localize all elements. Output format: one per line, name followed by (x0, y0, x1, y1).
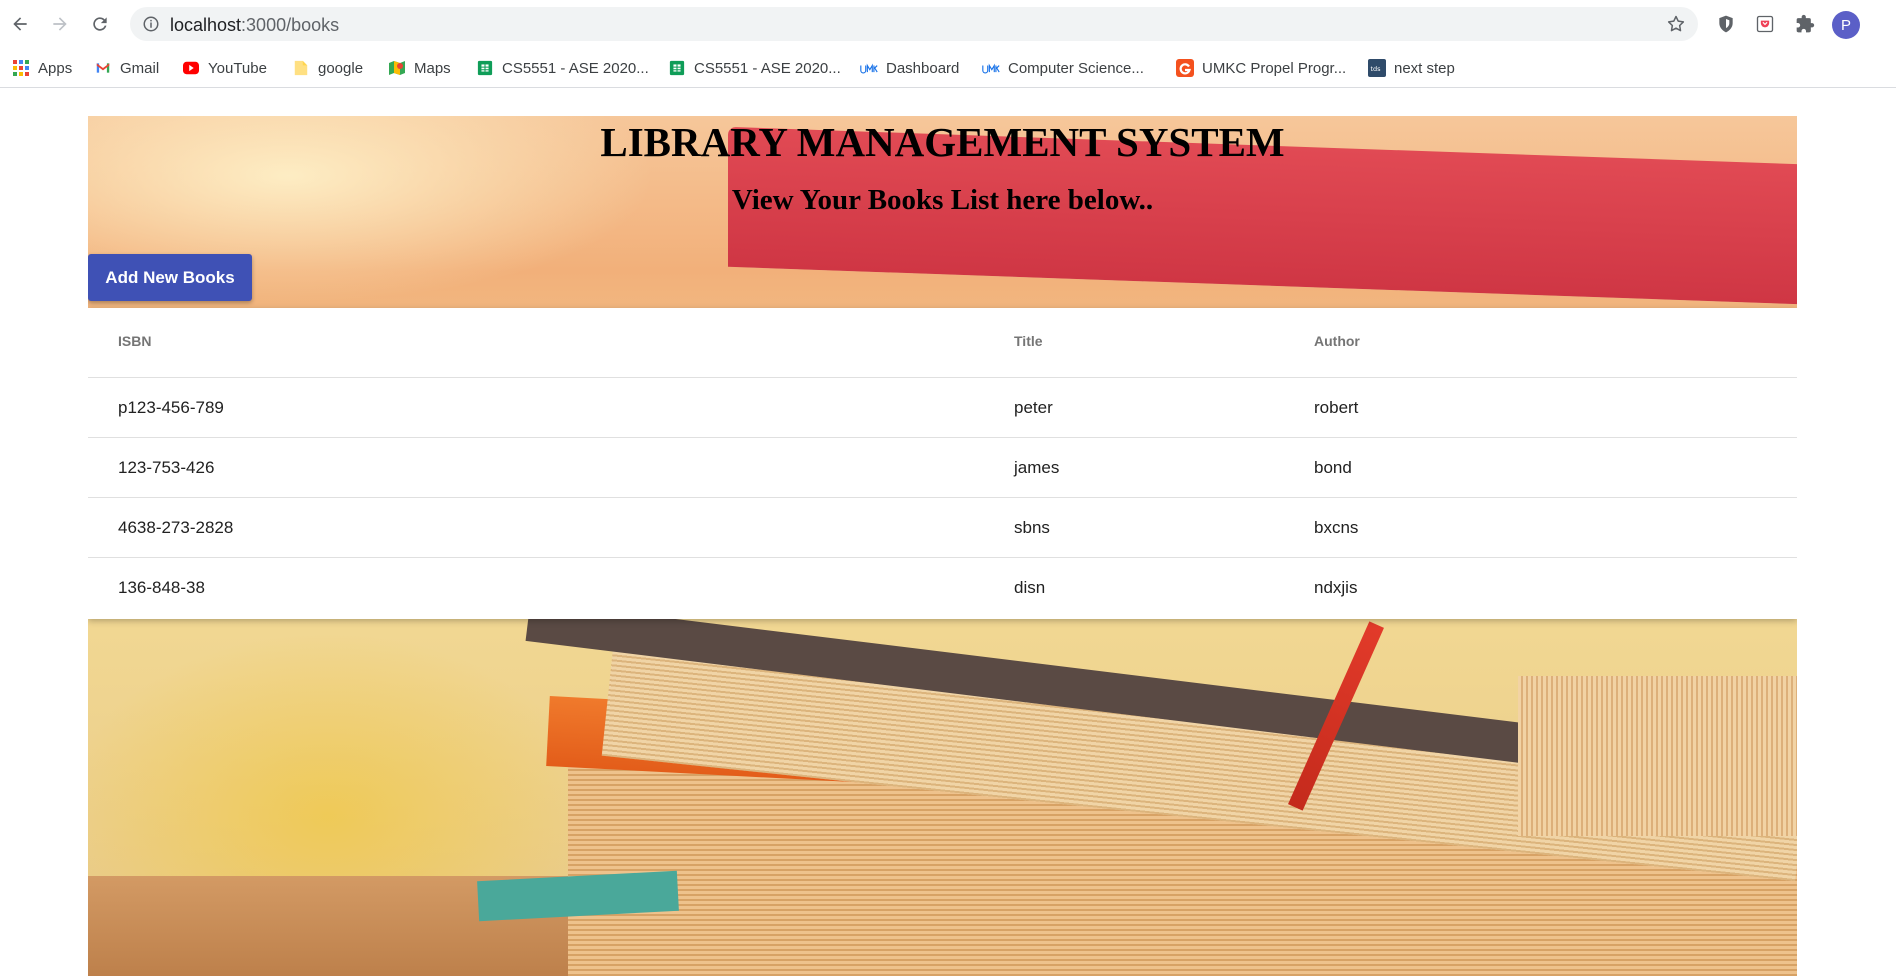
bookmark-apps[interactable]: Apps (12, 56, 72, 80)
table-row[interactable]: p123-456-789 peter robert (88, 378, 1797, 438)
address-bar[interactable]: localhost:3000/books (130, 7, 1698, 41)
bookmark-label: Maps (414, 59, 451, 77)
cell-author: robert (1314, 398, 1359, 417)
cell-isbn: 136-848-38 (118, 578, 205, 597)
column-header-author[interactable]: Author (1314, 333, 1360, 349)
cell-title: sbns (1014, 518, 1050, 537)
cell-author: bxcns (1314, 518, 1359, 537)
bookmark-next-step[interactable]: tds next step (1368, 56, 1455, 80)
column-header-isbn[interactable]: ISBN (118, 333, 151, 349)
cell-isbn: 4638-273-2828 (118, 518, 234, 537)
profile-avatar[interactable]: P (1832, 11, 1860, 39)
bookmark-youtube[interactable]: YouTube (182, 56, 267, 80)
bookmark-umkc-propel[interactable]: UMKC Propel Progr... (1176, 56, 1346, 80)
bookmark-label: google (318, 59, 364, 77)
url-host: localhost (170, 15, 242, 35)
maps-icon (388, 59, 406, 77)
url-text[interactable]: localhost:3000/books (170, 15, 339, 36)
bookmark-label: UMKC Propel Progr... (1202, 59, 1347, 77)
gmail-icon (94, 59, 112, 77)
bookmark-label: Dashboard (886, 59, 960, 77)
bookmark-label: Gmail (120, 59, 160, 77)
bookmark-label: Apps (38, 59, 73, 77)
extension-shield[interactable] (1714, 12, 1738, 36)
apps-grid-icon (12, 59, 30, 77)
bookmarks-bar: Apps Gmail YouTube google Maps CS5551 - … (0, 48, 1896, 88)
table-row[interactable]: 4638-273-2828 sbns bxcns (88, 498, 1797, 558)
shield-icon (1719, 15, 1733, 33)
bookmark-dashboard[interactable]: Dashboard (860, 56, 959, 80)
pocket-icon (1756, 15, 1774, 33)
tds-icon: tds (1368, 59, 1386, 77)
youtube-icon (182, 59, 200, 77)
info-icon[interactable] (142, 15, 160, 33)
cell-title: james (1014, 458, 1060, 477)
bookmark-google[interactable]: google (292, 56, 363, 80)
cell-author: bond (1314, 458, 1352, 477)
bookmark-gmail[interactable]: Gmail (94, 56, 159, 80)
table-row[interactable]: 136-848-38 disn ndxjis (88, 558, 1797, 618)
bookmark-cs5551-2[interactable]: CS5551 - ASE 2020... (668, 56, 841, 80)
bookmark-cs5551-1[interactable]: CS5551 - ASE 2020... (476, 56, 649, 80)
page-title: LIBRARY MANAGEMENT SYSTEM (600, 119, 1285, 165)
browser-toolbar: localhost:3000/books P (0, 0, 1896, 48)
g-icon (1176, 59, 1194, 77)
column-header-title[interactable]: Title (1014, 333, 1043, 349)
extension-pocket[interactable] (1753, 12, 1777, 36)
books-table: ISBN Title Author p123-456-789 peter rob… (88, 308, 1797, 619)
bookmark-maps[interactable]: Maps (388, 56, 451, 80)
svg-text:tds: tds (1371, 65, 1382, 73)
folder-icon (292, 59, 310, 77)
forward-arrow-icon (53, 17, 67, 31)
bookmark-star-icon[interactable] (1666, 14, 1686, 34)
bookmark-label: CS5551 - ASE 2020... (502, 59, 649, 77)
bookmark-label: CS5551 - ASE 2020... (694, 59, 841, 77)
cell-author: ndxjis (1314, 578, 1358, 597)
bookmark-computer-science[interactable]: Computer Science... (982, 56, 1144, 80)
bookmark-label: YouTube (208, 59, 267, 77)
bookmark-label: Computer Science... (1008, 59, 1144, 77)
books-background-image: LIBRARY MANAGEMENT SYSTEM View Your Book… (88, 116, 1797, 976)
url-path: :3000/books (241, 15, 340, 35)
puzzle-icon (1796, 14, 1815, 33)
umkc-icon (860, 59, 878, 77)
reload-icon (93, 17, 107, 31)
sheets-icon (668, 59, 686, 77)
reload-button[interactable] (88, 12, 112, 36)
forward-button[interactable] (48, 12, 72, 36)
table-row[interactable]: 123-753-426 james bond (88, 438, 1797, 498)
page-viewport: LIBRARY MANAGEMENT SYSTEM View Your Book… (0, 89, 1896, 976)
cell-isbn: 123-753-426 (118, 458, 215, 477)
bookmark-label: next step (1394, 59, 1455, 77)
table-header-row: ISBN Title Author (88, 308, 1797, 378)
page-subtitle: View Your Books List here below.. (731, 184, 1154, 216)
cell-isbn: p123-456-789 (118, 398, 224, 417)
add-new-books-button[interactable]: Add New Books (88, 254, 252, 301)
back-arrow-icon (13, 17, 27, 31)
sheets-icon (476, 59, 494, 77)
cell-title: peter (1014, 398, 1053, 417)
cell-title: disn (1014, 578, 1046, 597)
umkc-icon (982, 59, 1000, 77)
extensions-button[interactable] (1793, 12, 1817, 36)
back-button[interactable] (8, 12, 32, 36)
